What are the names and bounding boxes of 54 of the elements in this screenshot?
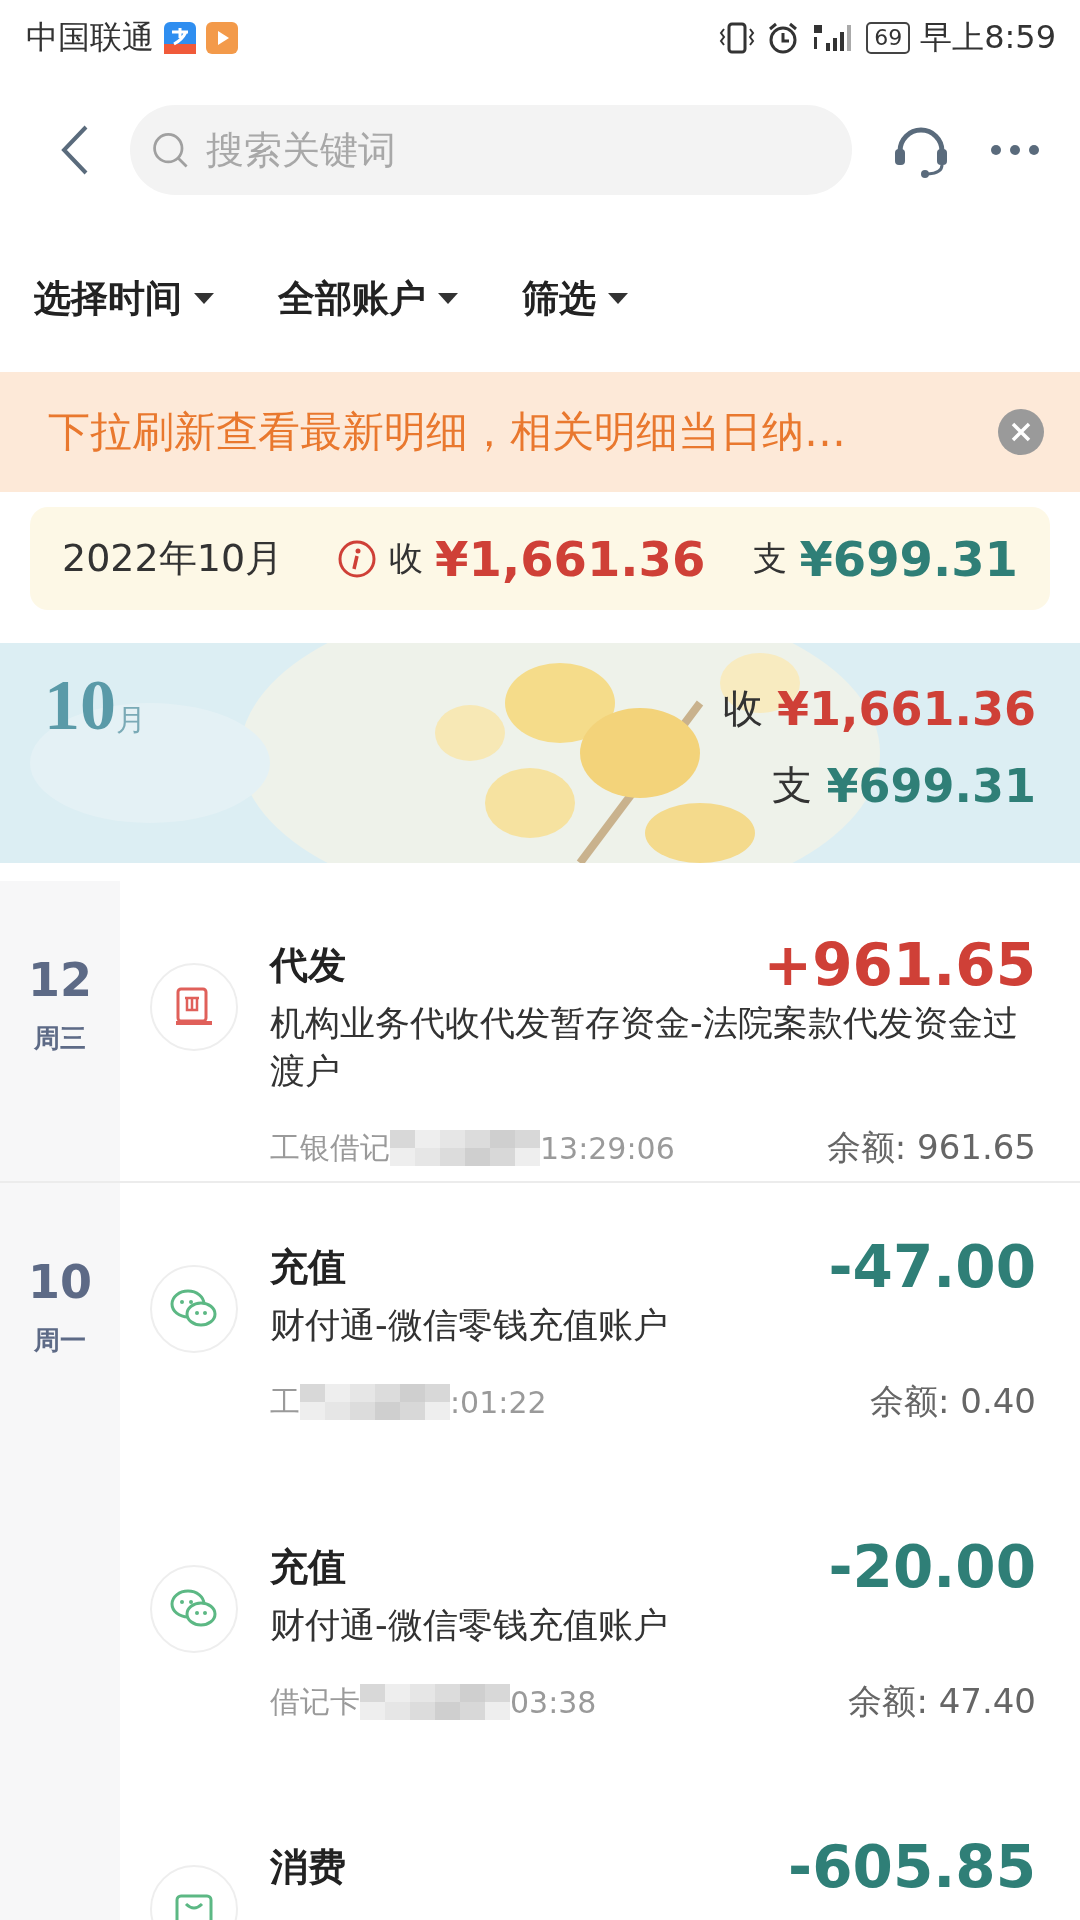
- transaction-time: 03:38: [510, 1684, 597, 1720]
- income-amount: ¥1,661.36: [777, 681, 1036, 736]
- transaction-description: 财付通-微信零钱充值账户: [270, 1604, 669, 1647]
- caret-icon: [194, 292, 214, 305]
- income-amount: ¥1,661.36: [435, 530, 706, 587]
- clock-time: 早上8:59: [920, 16, 1056, 58]
- carrier-name: 中国联通: [26, 16, 154, 58]
- search-input[interactable]: 搜索关键词: [204, 127, 832, 173]
- back-icon[interactable]: [60, 124, 90, 176]
- weekday: 周一: [34, 1324, 86, 1357]
- balance-text: 余额: 961.65: [826, 1126, 1036, 1169]
- summary-month: 2022年10月: [62, 535, 285, 582]
- more-icon[interactable]: [990, 144, 1040, 156]
- caret-icon: [438, 292, 458, 305]
- weekday: 周三: [34, 1022, 86, 1055]
- close-icon[interactable]: [998, 409, 1044, 455]
- expense-label: 支: [772, 761, 813, 810]
- day-number: 10: [28, 1255, 92, 1309]
- transaction-title: 消费: [270, 1843, 346, 1891]
- filter-dropdown[interactable]: 筛选: [502, 273, 628, 324]
- play-app-icon: [206, 21, 238, 54]
- app-icon: [164, 21, 196, 54]
- balance-text: 余额: 47.40: [848, 1680, 1036, 1723]
- transaction-amount: -605.85: [788, 1833, 1036, 1901]
- transaction-title: 充值: [270, 1243, 346, 1291]
- transaction-amount: -47.00: [828, 1233, 1036, 1301]
- expense-label: 支: [753, 536, 788, 580]
- transaction-description: 财付通-微信零钱充值账户: [270, 1304, 669, 1347]
- caret-icon: [608, 292, 628, 305]
- transaction-amount: +961.65: [763, 931, 1036, 999]
- month-number: 10: [44, 669, 116, 741]
- transaction-time: :01:22: [450, 1384, 547, 1420]
- day-number: 12: [28, 953, 92, 1007]
- search-bar[interactable]: 搜索关键词: [130, 105, 852, 195]
- filter-dropdown[interactable]: 选择时间: [14, 273, 214, 324]
- notice-text: 下拉刷新查看最新明细，相关明细当日纳…: [48, 406, 847, 458]
- card-text: 借记卡: [270, 1682, 360, 1721]
- income-label: 收: [389, 536, 424, 580]
- income-label: 收: [723, 684, 763, 733]
- expense-amount: ¥699.31: [799, 530, 1018, 587]
- month-unit: 月: [116, 702, 146, 738]
- transaction-title: 代发: [270, 941, 346, 989]
- transaction-description: 机构业务代收代发暂存资金-法院案款代发资金过渡户: [270, 1002, 1019, 1093]
- battery-level: 69: [866, 21, 911, 54]
- card-text: 工银借记: [270, 1128, 390, 1167]
- transaction-title: 充值: [270, 1543, 346, 1591]
- transaction-time: 13:29:06: [540, 1130, 675, 1166]
- card-text: 工: [270, 1382, 300, 1421]
- filter-dropdown[interactable]: 全部账户: [258, 273, 458, 324]
- transaction-amount: -20.00: [828, 1533, 1036, 1601]
- vibrate-icon: [718, 20, 757, 55]
- expense-amount: ¥699.31: [826, 758, 1036, 813]
- balance-text: 余额: 0.40: [870, 1380, 1036, 1423]
- info-icon[interactable]: [337, 538, 378, 579]
